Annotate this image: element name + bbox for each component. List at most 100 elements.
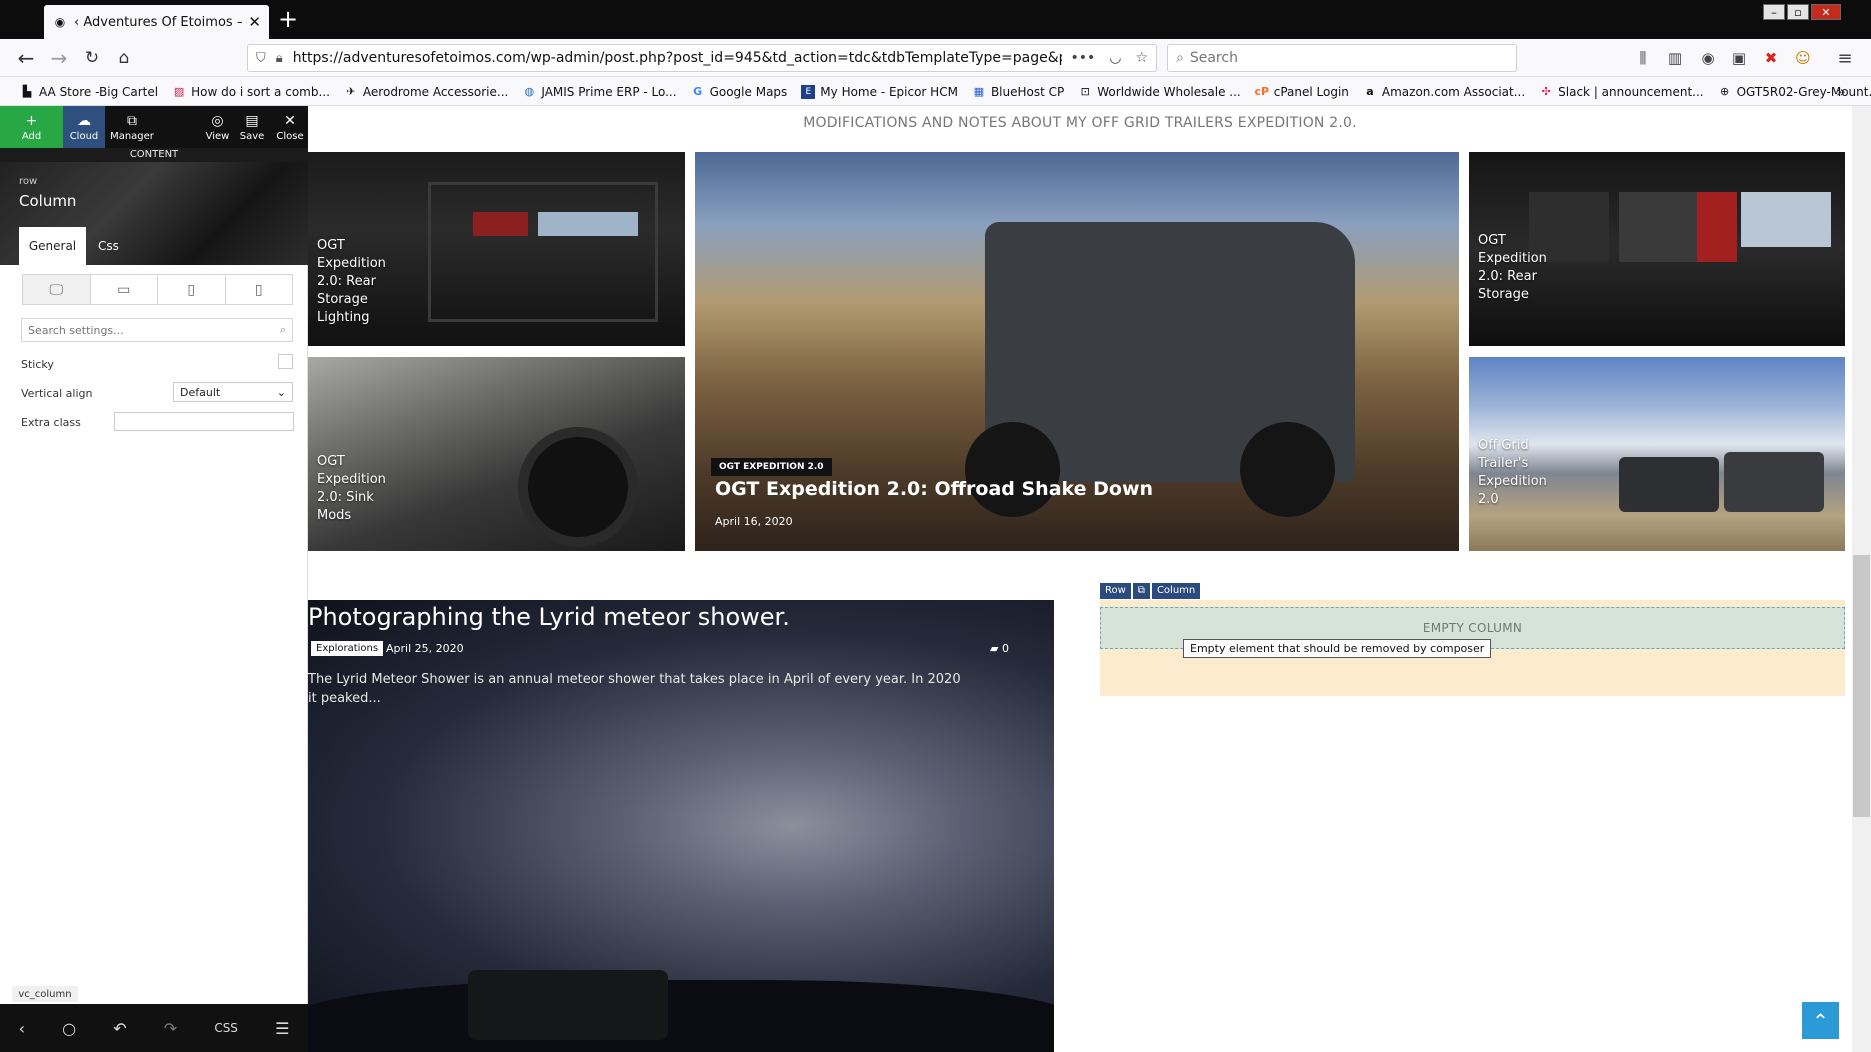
bookmark-item[interactable]: ⊕ OGT5R02-Grey-Mount... — [1718, 85, 1871, 99]
bookmark-item[interactable]: ◍ JAMIS Prime ERP - Lo... — [522, 85, 677, 99]
add-button[interactable]: + Add — [0, 106, 63, 148]
manager-button[interactable]: ⧉ Manager — [107, 106, 157, 148]
storage-box-shape — [473, 212, 528, 236]
tracking-shield-icon[interactable]: ⛉ — [256, 51, 266, 66]
bookmark-star-icon[interactable]: ☆ — [1135, 50, 1148, 66]
tablet-portrait-icon[interactable]: ▯ — [158, 275, 226, 304]
site-favicon-icon: ◉ — [54, 15, 66, 29]
phone-icon[interactable]: ▯ — [226, 275, 293, 304]
bookmark-item[interactable]: ▨ How do i sort a comb... — [172, 85, 330, 99]
layers-icon: ⧉ — [127, 112, 137, 129]
close-window-icon[interactable]: ✕ — [1811, 4, 1841, 20]
sticky-checkbox[interactable] — [278, 354, 293, 369]
extension-face-icon[interactable]: ☺ — [1792, 48, 1814, 68]
horizon-shape — [308, 980, 1054, 1052]
menu-icon[interactable]: ≡ — [1834, 48, 1856, 69]
google-icon: G — [693, 85, 703, 98]
featured-post-title[interactable]: OGT Expedition 2.0: Offroad Shake Down — [715, 478, 1153, 500]
redo-icon[interactable]: ↷ — [164, 1019, 177, 1038]
bookmark-item[interactable]: ✣ Slack | announcement... — [1539, 85, 1704, 99]
back-icon[interactable]: ← — [14, 46, 38, 70]
column-label[interactable]: Column — [1151, 583, 1201, 599]
chevron-left-icon[interactable]: ‹ — [19, 1019, 25, 1038]
storage-box-shape — [1741, 192, 1831, 247]
close-button[interactable]: ✕ Close — [275, 106, 305, 148]
category-badge[interactable]: OGT EXPEDITION 2.0 — [711, 458, 832, 476]
lock-icon[interactable]: 🔒︎ — [276, 51, 283, 66]
maximize-icon[interactable]: ▫ — [1787, 4, 1809, 20]
tab-general[interactable]: General — [19, 227, 86, 265]
featured-post-card[interactable]: OGT EXPEDITION 2.0 OGT Expedition 2.0: O… — [695, 152, 1459, 551]
url-text[interactable]: https://adventuresofetoimos.com/wp-admin… — [293, 50, 1063, 66]
extension-icon[interactable]: ▣ — [1728, 48, 1750, 68]
copy-icon[interactable]: ⧉ — [1132, 583, 1150, 599]
account-icon[interactable]: ◉ — [1697, 48, 1719, 68]
save-button[interactable]: ▤ Save — [237, 106, 267, 148]
wheel-shape — [965, 422, 1060, 517]
undo-icon[interactable]: ↶ — [113, 1019, 126, 1038]
bookmark-item[interactable]: G Google Maps — [691, 85, 787, 99]
css-button[interactable]: CSS — [214, 1021, 238, 1035]
row-column-breadcrumb: Row ⧉ Column — [1100, 583, 1202, 599]
close-tab-icon[interactable]: ✕ — [248, 13, 261, 31]
content-label: CONTENT — [0, 148, 308, 162]
save-icon: ▤ — [245, 112, 259, 129]
vertical-align-select[interactable]: Default ⌄ — [173, 382, 293, 402]
pocket-icon[interactable]: ◡ — [1109, 50, 1121, 66]
shelf-shape — [428, 182, 658, 322]
search-icon: ⌕ — [1176, 50, 1184, 66]
card-title: OGT Expedition 2.0: Rear Storage Lighting — [317, 238, 386, 325]
tablet-landscape-icon[interactable]: ▭ — [91, 275, 158, 304]
settings-search-input[interactable] — [28, 323, 280, 337]
reload-icon[interactable]: ↻ — [80, 47, 104, 69]
post-title[interactable]: Photographing the Lyrid meteor shower. — [308, 603, 790, 631]
comment-count[interactable]: ▰ 0 — [990, 642, 1009, 655]
bookmark-item[interactable]: E My Home - Epicor HCM — [801, 84, 958, 99]
more-bookmarks-icon[interactable]: » — [1836, 82, 1846, 101]
tab-css[interactable]: Css — [86, 227, 131, 265]
settings-search[interactable]: ⌕ — [21, 318, 293, 342]
new-tab-icon[interactable]: + — [278, 7, 298, 31]
library-icon[interactable]: ⫼ — [1632, 48, 1654, 68]
bookmark-item[interactable]: ✈ Aerodrome Accessorie... — [344, 85, 508, 99]
bookmark-item[interactable]: a Amazon.com Associat... — [1363, 85, 1525, 99]
close-icon: ✕ — [284, 112, 296, 129]
extra-class-label: Extra class — [21, 416, 81, 429]
vertical-align-value: Default — [180, 385, 221, 399]
post-hero[interactable]: Photographing the Lyrid meteor shower. E… — [308, 600, 1054, 1052]
cloud-button[interactable]: ☁ Cloud — [63, 106, 105, 148]
epicor-icon: E — [801, 84, 816, 99]
post-card[interactable]: OGT Expedition 2.0: Rear Storage Lighting — [308, 152, 685, 346]
sidebar-icon[interactable]: ▥ — [1664, 48, 1686, 68]
storage-box-shape — [1619, 192, 1699, 262]
bookmark-item[interactable]: ⊡ Worldwide Wholesale ... — [1078, 85, 1241, 99]
minimize-icon[interactable]: – — [1763, 4, 1785, 20]
back-to-top-icon[interactable]: ⌃ — [1802, 1002, 1839, 1039]
list-icon[interactable]: ☰ — [275, 1019, 289, 1038]
bookmark-item[interactable]: ▙ AA Store -Big Cartel — [20, 85, 158, 99]
view-button[interactable]: ◎ View — [204, 106, 231, 148]
url-bar[interactable]: ⛉ 🔒︎ https://adventuresofetoimos.com/wp-… — [247, 44, 1157, 72]
composer-bottom-bar: ‹ ○ ↶ ↷ CSS ☰ — [0, 1004, 308, 1052]
post-card[interactable]: OGT Expedition 2.0: Rear Storage — [1469, 152, 1845, 346]
circle-icon[interactable]: ○ — [62, 1019, 76, 1038]
post-card[interactable]: OGT Expedition 2.0: Sink Mods — [308, 357, 685, 551]
grid-icon: ▦ — [973, 85, 985, 98]
adblock-icon[interactable]: ✖ — [1760, 48, 1782, 68]
extra-class-input[interactable] — [114, 412, 294, 431]
bookmark-item[interactable]: cP cPanel Login — [1254, 85, 1348, 99]
element-parent-label: row — [19, 176, 38, 187]
row-label[interactable]: Row — [1100, 583, 1131, 599]
home-icon[interactable]: ⌂ — [112, 47, 136, 69]
scrollbar-thumb[interactable] — [1853, 555, 1870, 817]
forward-icon[interactable]: → — [47, 46, 71, 70]
search-bar[interactable]: ⌕ — [1167, 44, 1517, 72]
page-actions-icon[interactable]: ••• — [1070, 50, 1095, 66]
post-category-tag[interactable]: Explorations — [311, 641, 384, 656]
post-card[interactable]: Off Grid Trailer's Expedition 2.0 — [1469, 357, 1845, 551]
browser-tab[interactable]: ◉ ‹ Adventures Of Etoimos — Wo ✕ — [44, 5, 269, 39]
search-input[interactable] — [1189, 50, 1490, 66]
desktop-icon[interactable]: 🖵︎ — [23, 275, 91, 304]
trailer-shape — [1619, 457, 1719, 512]
bookmark-item[interactable]: ▦ BlueHost CP — [972, 85, 1065, 99]
